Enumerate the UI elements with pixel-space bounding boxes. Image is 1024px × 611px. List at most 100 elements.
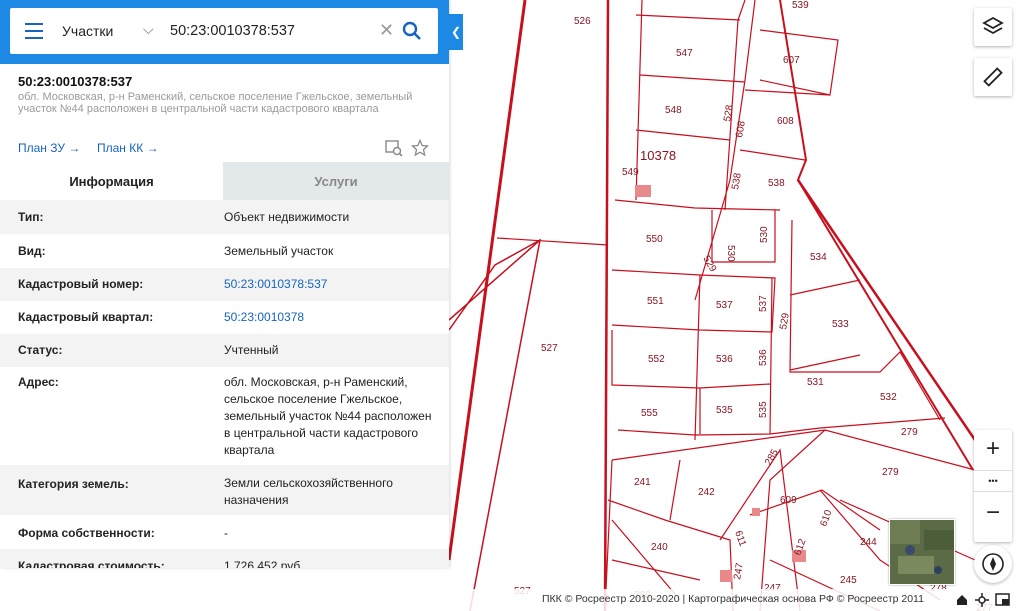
parcel-label: 551 [647,296,664,307]
search-icon[interactable] [402,21,422,41]
field-label: Тип: [18,210,44,224]
arrow-right-icon: → [146,141,159,155]
info-panel: Участки ⌵ ✕ 50:23:0010378:537 обл. Моско… [0,0,449,568]
zoom-scale-button[interactable]: ••• [974,470,1012,492]
parcel-label: 608 [777,116,794,127]
field-label: Вид: [18,244,46,258]
cadastral-number-link[interactable]: 50:23:0010378:537 [224,276,434,293]
parcel-label: 533 [832,319,849,330]
table-row: Кадастровый номер: 50:23:0010378:537 [0,268,449,301]
search-box: Участки ⌵ ✕ [10,8,438,54]
field-label: Категория земель: [18,477,129,491]
parcel-label: 538 [768,178,785,189]
field-value: Земельный участок [224,244,334,258]
parcel-label: 245 [840,575,857,586]
parcel-label: 535 [758,401,769,418]
home-icon[interactable] [955,593,969,607]
field-value: Учтенный [224,343,279,357]
quarter-label: 10378 [640,148,676,163]
parcel-label: 538 [730,172,744,191]
parcel-label: 285 [763,447,781,467]
object-title: 50:23:0010378:537 [18,74,133,89]
satellite-minimap[interactable] [889,519,955,585]
parcel-label: 242 [698,487,715,498]
zoom-in-button[interactable]: + [974,430,1012,468]
table-row: Тип: Объект недвижимости [0,200,449,234]
parcel-label: 537 [716,300,733,311]
parcel-label: 552 [648,354,665,365]
field-value: Объект недвижимости [224,210,350,224]
parcel-label: 539 [792,0,809,11]
locate-icon[interactable] [975,593,989,607]
parcel-label: 612 [792,537,808,557]
parcel-label: 526 [574,16,591,27]
plan-zu-label: План ЗУ [18,141,65,155]
plan-kk-label: План КК [97,141,144,155]
field-value: - [224,526,228,540]
satellite-thumbnail [890,520,954,584]
table-row: Адрес: обл. Московская, р-н Раменский, с… [0,367,449,465]
field-label: Кадастровая стоимость: [18,559,165,568]
parcel-label: 607 [783,55,800,66]
table-row: Кадастровый квартал: 50:23:0010378 [0,301,449,334]
parcel-label: 537 [758,295,769,312]
cadastral-quarter-link[interactable]: 50:23:0010378 [224,309,434,326]
map-footer: ПКК © Росреестр 2010-2020 | Картографиче… [449,589,1024,611]
field-value: Земли сельскохозяйственного назначения [224,476,393,507]
parcel-label: 247 [732,562,746,581]
parcel-label: 549 [622,167,639,178]
table-row: Вид: Земельный участок [0,234,449,268]
field-label: Кадастровый номер: [18,277,144,291]
field-label: Форма собственности: [18,526,155,540]
parcel-label: 279 [882,467,899,478]
measure-button[interactable] [974,58,1012,96]
tab-services[interactable]: Услуги [223,162,449,202]
clear-icon[interactable]: ✕ [379,20,394,41]
plan-kk-link[interactable]: План КК → [97,141,159,155]
menu-icon[interactable] [25,23,43,39]
search-type-select[interactable]: Участки [62,23,113,39]
table-row: Форма собственности: - [0,515,449,549]
search-input[interactable] [168,22,382,40]
layers-icon [982,16,1004,35]
parcel-label: 536 [716,354,733,365]
tab-bar: Информация Услуги [0,162,449,202]
field-label: Статус: [18,343,63,357]
parcel-label: 611 [732,529,748,548]
parcel-label: 555 [641,408,658,419]
fullscreen-icon[interactable] [995,593,1011,607]
chevron-down-icon[interactable]: ⌵ [143,21,154,38]
zoom-controls: + ••• − [974,430,1012,542]
parcel-label: 532 [880,392,897,403]
compass-button[interactable] [974,545,1012,583]
parcel-label: 528 [722,104,736,123]
parcel-label: 550 [646,234,663,245]
collapse-panel-button[interactable]: ❮ [449,14,463,50]
parcel-label: 279 [901,427,918,438]
arrow-right-icon: → [68,141,81,155]
chevron-left-icon: ❮ [450,25,462,39]
parcel-label: 527 [541,343,558,354]
star-icon[interactable] [411,139,429,157]
table-row: Кадастровая стоимость: 1 726 452 руб. [0,549,449,568]
parcel-label: 244 [860,537,877,548]
parcel-label: 608 [734,120,748,139]
ruler-icon [983,67,1003,87]
parcel-label: 534 [810,252,827,263]
parcel-label: 536 [758,349,769,366]
parcel-label: 609 [780,495,797,506]
parcel-label: 535 [716,405,733,416]
attribution-text: ПКК © Росреестр 2010-2020 | Картографиче… [542,593,924,605]
compass-icon [982,553,1004,575]
tab-information[interactable]: Информация [0,162,223,202]
zoom-to-object-icon[interactable] [385,139,403,157]
object-address: обл. Московская, р-н Раменский, сельское… [18,91,413,115]
parcel-label: 610 [818,508,834,528]
plan-zu-link[interactable]: План ЗУ → [18,141,80,155]
zoom-out-button[interactable]: − [974,494,1012,532]
search-bar: Участки ⌵ ✕ [0,0,449,64]
parcel-label: 240 [651,542,668,553]
layers-button[interactable] [974,8,1012,46]
parcel-label: 547 [676,48,693,59]
parcel-label: 548 [665,105,682,116]
